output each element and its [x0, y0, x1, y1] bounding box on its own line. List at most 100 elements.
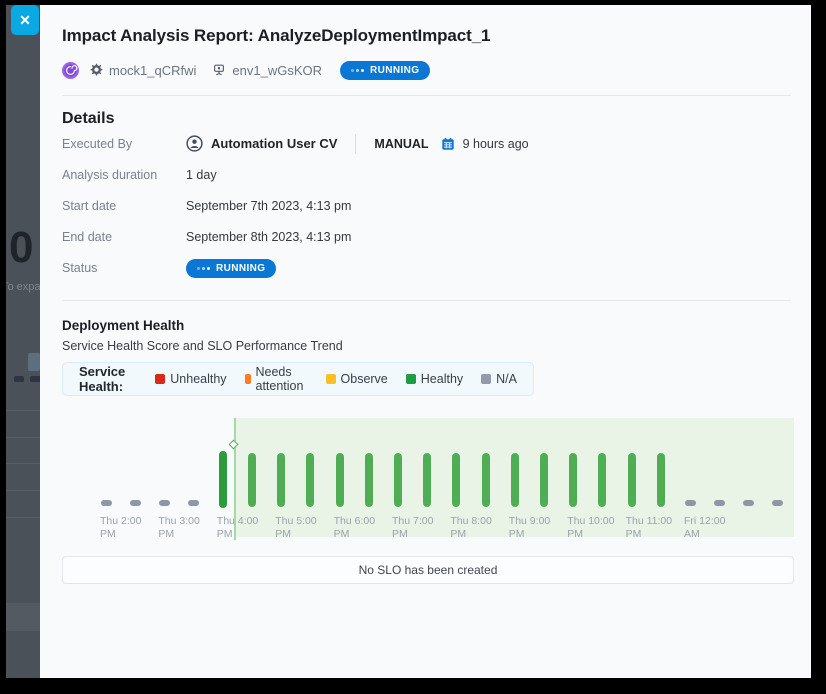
detail-label: Analysis duration [62, 168, 186, 182]
user-avatar-icon [186, 135, 203, 152]
section-divider [62, 300, 791, 301]
x-axis-tick-label: Thu 7:00PM [392, 515, 433, 541]
impact-analysis-drawer: Impact Analysis Report: AnalyzeDeploymen… [40, 5, 811, 678]
x-axis-tick-label: Thu 9:00PM [509, 515, 550, 541]
app-window: 0 To expa ✕ Impact Analysis Report: Anal… [6, 5, 811, 678]
no-data-dash [159, 500, 170, 506]
executed-by-user: Automation User CV [211, 136, 337, 151]
no-data-dash [772, 500, 783, 506]
legend-swatch-icon [481, 374, 491, 384]
backdrop-stat-value: 0 [9, 223, 33, 273]
trigger-type: MANUAL [374, 137, 428, 151]
close-icon: ✕ [19, 12, 31, 29]
detail-label: Status [62, 261, 186, 275]
health-score-bar [423, 453, 431, 507]
executed-by-row: Executed By Automation User CV MANUAL [62, 128, 791, 159]
health-score-bar-chart: Thu 2:00PM Thu 3:00PM Thu 4:00PM Thu 5:00PM… [62, 412, 794, 548]
x-axis-tick-label: Thu 3:00PM [158, 515, 199, 541]
x-axis-tick-label: Thu 2:00PM [100, 515, 141, 541]
x-axis-tick-label: Thu 6:00PM [334, 515, 375, 541]
legend-swatch-icon [326, 374, 336, 384]
backdrop-row-divider [6, 410, 40, 411]
service-health-legend: Service Health: Unhealthy Needs attention… [62, 362, 534, 396]
no-data-dash [743, 500, 754, 506]
status-badge: RUNNING [186, 259, 276, 278]
detail-label: Executed By [62, 137, 186, 151]
gear-icon [89, 63, 103, 77]
calendar-icon [441, 137, 455, 151]
detail-value: September 8th 2023, 4:13 pm [186, 230, 351, 244]
no-data-dash [714, 500, 725, 506]
health-score-bar [569, 453, 577, 507]
status-badge-label: RUNNING [370, 65, 419, 76]
deployment-health-subtitle: Service Health Score and SLO Performance… [62, 339, 791, 353]
dimmed-page-backdrop: 0 To expa [6, 5, 40, 678]
health-score-bar [365, 453, 373, 507]
backdrop-footer-band [6, 603, 40, 631]
health-score-bar [248, 453, 256, 507]
status-row: Status RUNNING [62, 252, 791, 284]
detail-label: End date [62, 230, 186, 244]
health-score-bar [452, 453, 460, 507]
backdrop-panel-fragment [28, 353, 40, 371]
legend-item: Observe [326, 372, 388, 386]
environment-icon [212, 63, 226, 77]
backdrop-bar-fragment [30, 376, 40, 382]
legend-item: Healthy [406, 372, 463, 386]
slo-empty-state: No SLO has been created [62, 556, 794, 584]
detail-value: September 7th 2023, 4:13 pm [186, 199, 351, 213]
service-meta: mock1_qCRfwi [89, 63, 196, 78]
header-divider [62, 95, 791, 96]
legend-item: Needs attention [245, 365, 308, 393]
running-spinner-icon [197, 267, 210, 270]
executed-time-ago: 9 hours ago [463, 137, 529, 151]
running-spinner-icon [351, 69, 364, 72]
slo-empty-message: No SLO has been created [359, 563, 498, 577]
details-heading: Details [62, 110, 791, 128]
x-axis-tick-label: Fri 12:00AM [684, 515, 725, 541]
backdrop-bar-fragment [14, 376, 24, 382]
legend-item: Unhealthy [155, 372, 226, 386]
deployment-health-heading: Deployment Health [62, 318, 791, 333]
x-axis-tick-label: Thu 8:00PM [450, 515, 491, 541]
detail-row: End date September 8th 2023, 4:13 pm [62, 221, 791, 252]
status-badge-label: RUNNING [216, 263, 265, 274]
header-meta-row: mock1_qCRfwi env1_wGsKOR RUNNING [62, 58, 791, 82]
health-score-bar [394, 453, 402, 507]
environment-name: env1_wGsKOR [232, 63, 322, 78]
backdrop-partial-text: To expa [6, 281, 40, 293]
legend-swatch-icon [406, 374, 416, 384]
service-name: mock1_qCRfwi [109, 63, 196, 78]
detail-value: 1 day [186, 168, 217, 182]
x-axis-tick-label: Thu 5:00PM [275, 515, 316, 541]
x-axis-tick-label: Thu 4:00PM [217, 515, 258, 541]
health-score-bar [306, 453, 314, 507]
health-score-bar [277, 453, 285, 507]
backdrop-row-divider [6, 437, 40, 438]
no-data-dash [130, 500, 141, 506]
x-axis-tick-label: Thu 11:00PM [626, 515, 673, 541]
detail-row: Analysis duration 1 day [62, 159, 791, 190]
no-data-dash [188, 500, 199, 506]
health-score-bar [482, 453, 490, 507]
health-score-bar [511, 453, 519, 507]
legend-swatch-icon [245, 374, 251, 384]
health-score-bar [628, 453, 636, 507]
health-score-bar [657, 453, 665, 507]
x-axis-tick-label: Thu 10:00PM [567, 515, 614, 541]
backdrop-row-divider [6, 463, 40, 464]
health-score-bar [598, 453, 606, 507]
page-title: Impact Analysis Report: AnalyzeDeploymen… [62, 26, 791, 46]
vertical-divider [355, 134, 356, 154]
backdrop-row-divider [6, 490, 40, 491]
detail-row: Start date September 7th 2023, 4:13 pm [62, 190, 791, 221]
health-score-bar [219, 451, 227, 508]
detail-label: Start date [62, 199, 186, 213]
legend-title: Service Health: [79, 364, 137, 394]
environment-meta: env1_wGsKOR [212, 63, 322, 78]
backdrop-row-divider [6, 517, 40, 518]
drawer-close-button[interactable]: ✕ [11, 5, 39, 35]
health-score-bar [540, 453, 548, 507]
no-data-dash [685, 500, 696, 506]
no-data-dash [101, 500, 112, 506]
